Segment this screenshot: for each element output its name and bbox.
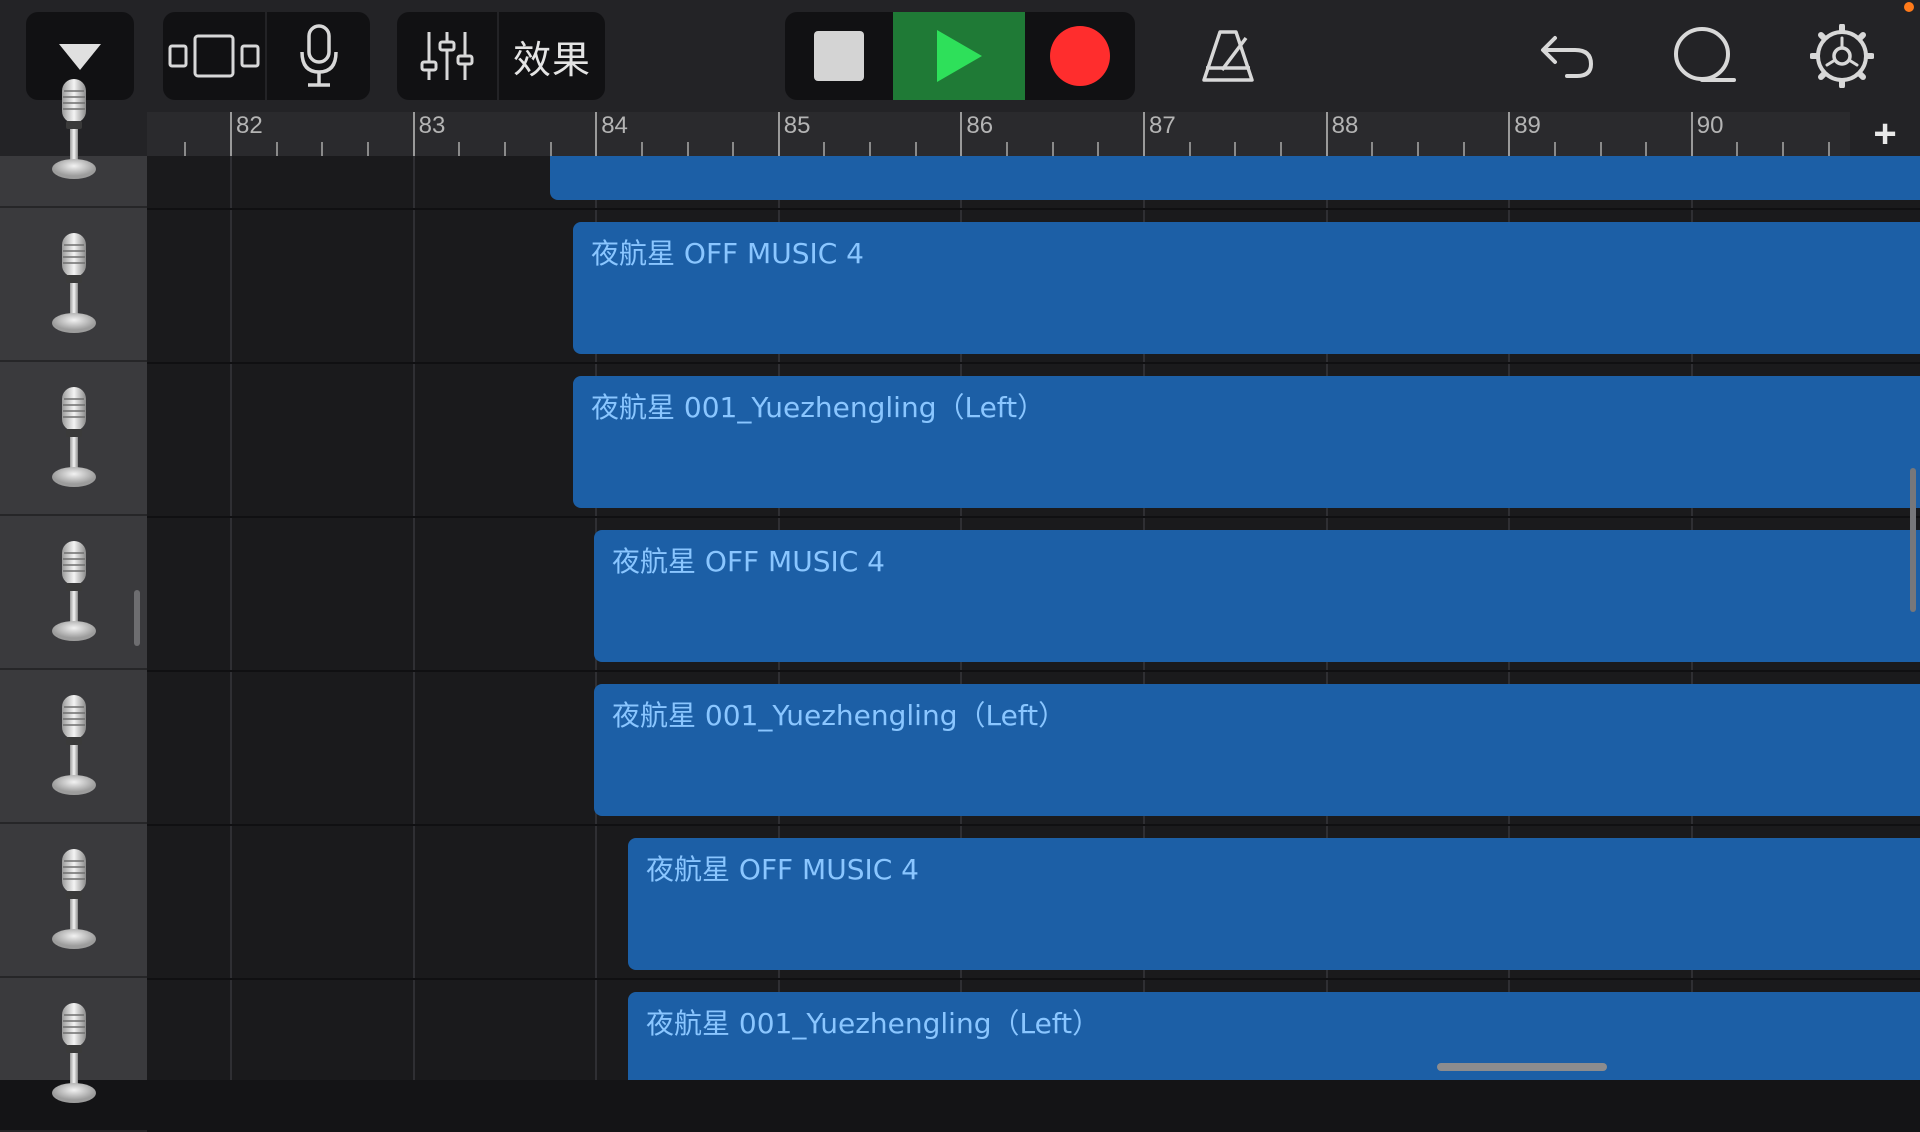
- beat-tick: [1279, 142, 1282, 156]
- effects-label: 效果: [512, 39, 591, 82]
- region-title: 夜航星 OFF MUSIC 4: [646, 853, 920, 886]
- audio-region[interactable]: 夜航星 001_Yuezhengling（Left）: [573, 376, 1920, 508]
- mixer-sliders-icon[interactable]: [397, 12, 497, 100]
- beat-tick: [1599, 142, 1602, 156]
- bar-number: 89: [1514, 112, 1541, 139]
- record-icon: [1050, 26, 1110, 86]
- beat-tick: [1234, 142, 1237, 156]
- beat-tick: [1188, 142, 1191, 156]
- lane-divider: [147, 208, 1920, 210]
- region-title: 夜航星 001_Yuezhengling（Left）: [612, 699, 1067, 732]
- beat-tick: [1051, 142, 1054, 156]
- bar-gridline: [230, 156, 232, 1080]
- microphone-icon: [50, 1001, 98, 1110]
- beat-tick: [823, 142, 826, 156]
- microphone-icon: [50, 539, 98, 648]
- tracks-area[interactable]: 夜航星 001_Yuezhengling（Left) 夜航星 OFF MUSIC…: [147, 156, 1920, 1080]
- beat-tick: [686, 142, 689, 156]
- microphone-icon: [50, 231, 98, 340]
- microphone-icon[interactable]: [267, 12, 370, 100]
- region-title: 夜航星 001_Yuezhengling（Left）: [646, 1007, 1101, 1040]
- beat-tick: [1006, 142, 1009, 156]
- bar-number: 90: [1696, 112, 1724, 139]
- beat-tick: [1416, 142, 1419, 156]
- beat-tick: [321, 142, 324, 156]
- beat-tick: [1553, 142, 1556, 156]
- timeline-ruler[interactable]: 82 83 84 85 86 87 88 89 90: [147, 112, 1920, 156]
- beat-tick: [458, 142, 461, 156]
- beat-tick: [732, 142, 735, 156]
- beat-tick: [366, 142, 369, 156]
- stop-icon: [814, 31, 864, 81]
- track-header[interactable]: [0, 672, 147, 824]
- mixer-group: 效果: [397, 12, 605, 100]
- metronome-icon[interactable]: [1190, 12, 1266, 100]
- play-button[interactable]: [893, 12, 1025, 100]
- track-header[interactable]: [0, 980, 147, 1132]
- bar-gridline: [412, 156, 415, 1080]
- lane-divider: [147, 824, 1920, 826]
- region-title: 夜航星 001_Yuezhengling（Left）: [591, 391, 1046, 424]
- beat-tick: [914, 142, 917, 156]
- microphone-icon: [50, 77, 98, 186]
- beat-tick: [1645, 142, 1648, 156]
- beat-tick: [1371, 142, 1374, 156]
- bar-number: 84: [601, 112, 628, 139]
- undo-icon[interactable]: [1532, 12, 1602, 100]
- beat-tick: [275, 142, 278, 156]
- audio-region[interactable]: 夜航星 OFF MUSIC 4: [594, 530, 1920, 662]
- beat-tick: [1782, 142, 1785, 156]
- beat-tick: [869, 142, 872, 156]
- audio-region[interactable]: 夜航星 OFF MUSIC 4: [573, 222, 1920, 354]
- track-headers: [0, 78, 147, 1132]
- play-icon: [937, 30, 982, 82]
- beat-tick: [549, 142, 552, 156]
- bar-number: 87: [1149, 112, 1176, 139]
- effects-button[interactable]: 效果: [499, 12, 605, 100]
- bar-number: 85: [783, 112, 811, 139]
- track-header[interactable]: [0, 210, 147, 362]
- vertical-scrollbar[interactable]: [1910, 468, 1916, 612]
- beat-tick: [1462, 142, 1465, 156]
- toolbar: 效果: [0, 0, 1920, 112]
- beat-tick: [1097, 142, 1100, 156]
- beat-tick: [503, 142, 506, 156]
- audio-region[interactable]: 夜航星 001_Yuezhengling（Left）: [594, 684, 1920, 816]
- lane-divider: [147, 670, 1920, 672]
- lane-divider: [147, 978, 1920, 980]
- stop-button[interactable]: [785, 12, 893, 100]
- microphone-icon: [50, 693, 98, 802]
- microphone-icon: [50, 385, 98, 494]
- track-header[interactable]: [0, 364, 147, 516]
- track-header[interactable]: [0, 518, 147, 670]
- microphone-icon: [50, 847, 98, 956]
- track-view-icon[interactable]: [163, 12, 265, 100]
- bar-number: 82: [236, 112, 263, 139]
- record-button[interactable]: [1025, 12, 1135, 100]
- beat-tick: [1827, 142, 1830, 156]
- track-header[interactable]: [0, 826, 147, 978]
- bar-number: 83: [418, 112, 446, 139]
- lane-divider: [147, 362, 1920, 364]
- bar-number: 88: [1331, 112, 1359, 139]
- view-group: [163, 12, 370, 100]
- add-section-button[interactable]: +: [1850, 112, 1920, 156]
- lane-divider: [147, 516, 1920, 518]
- audio-region[interactable]: 夜航星 OFF MUSIC 4: [628, 838, 1920, 970]
- audio-region[interactable]: 夜航星 001_Yuezhengling（Left): [550, 156, 1920, 200]
- bar-number: 86: [966, 112, 994, 139]
- beat-tick: [1736, 142, 1739, 156]
- status-dot: [1904, 2, 1914, 12]
- beat-tick: [184, 142, 187, 156]
- region-title: 夜航星 OFF MUSIC 4: [591, 237, 865, 270]
- settings-gear-icon[interactable]: [1804, 12, 1880, 100]
- home-indicator: [1437, 1063, 1607, 1071]
- audio-region[interactable]: 夜航星 001_Yuezhengling（Left）: [628, 992, 1920, 1080]
- transport-group: [785, 12, 1135, 100]
- header-scrollbar[interactable]: [134, 590, 140, 646]
- track-header[interactable]: [0, 56, 147, 208]
- loop-browser-icon[interactable]: [1668, 12, 1740, 100]
- region-title: 夜航星 OFF MUSIC 4: [612, 545, 886, 578]
- beat-tick: [640, 142, 643, 156]
